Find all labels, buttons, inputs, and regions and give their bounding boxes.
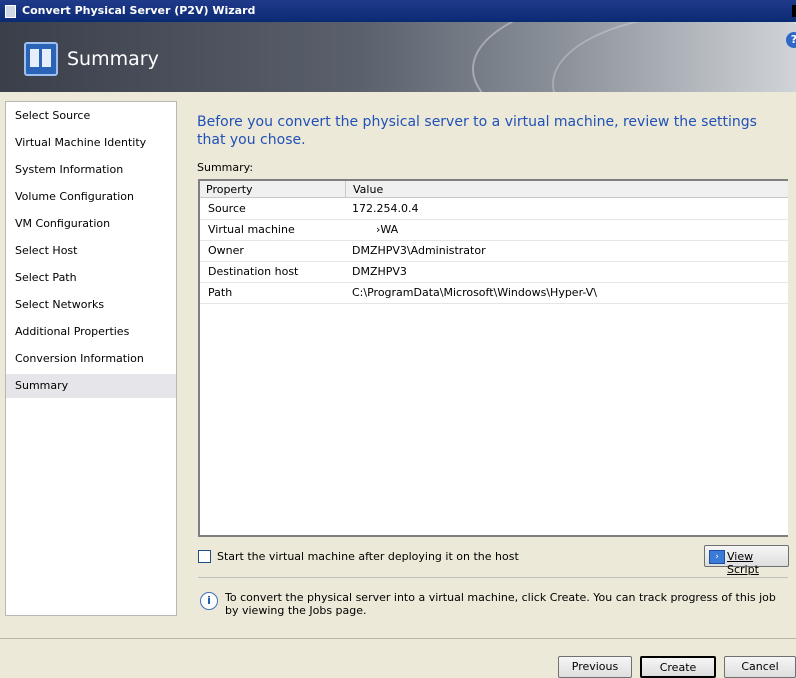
row-property: Destination host [208,265,299,278]
view-script-button[interactable]: › View Script [704,545,789,576]
row-property: Source [208,202,246,215]
script-icon: › [709,550,725,564]
row-value: DMZHPV3\Administrator [352,244,486,257]
table-row[interactable]: Virtual machine ›WA [200,219,788,241]
start-vm-checkbox-label[interactable]: Start the virtual machine after deployin… [217,550,519,563]
nav-item-select-host[interactable]: Select Host [6,239,176,263]
wizard-steps-nav: Select Source Virtual Machine Identity S… [5,101,177,616]
table-row[interactable]: Path C:\ProgramData\Microsoft\Windows\Hy… [200,282,788,304]
nav-item-additional-properties[interactable]: Additional Properties [6,320,176,344]
summary-table[interactable]: Property Value Source 172.254.0.4 Virtua… [198,179,788,537]
nav-item-select-source[interactable]: Select Source [6,104,176,128]
table-row[interactable]: Source 172.254.0.4 [200,198,788,220]
previous-button[interactable]: Previous [558,656,632,678]
info-icon: i [200,592,218,610]
column-header-value[interactable]: Value [353,183,383,196]
nav-item-summary[interactable]: Summary [6,374,176,398]
summary-page-icon [24,42,58,76]
instruction-text: Before you convert the physical server t… [197,114,757,148]
row-value: 172.254.0.4 [352,202,419,215]
title-bar: Convert Physical Server (P2V) Wizard [0,0,796,22]
summary-label: Summary: [197,161,254,174]
title-bar-edge [792,5,796,17]
divider [198,577,788,578]
table-row[interactable]: Destination host DMZHPV3 [200,261,788,283]
column-header-property[interactable]: Property [206,183,253,196]
window-icon [5,5,16,18]
window-title: Convert Physical Server (P2V) Wizard [22,4,256,17]
view-script-label: View Script [727,550,759,576]
row-value: C:\ProgramData\Microsoft\Windows\Hyper-V… [352,286,597,299]
help-icon[interactable]: ? [786,32,796,48]
nav-item-select-path[interactable]: Select Path [6,266,176,290]
nav-item-vm-configuration[interactable]: VM Configuration [6,212,176,236]
main-panel: Before you convert the physical server t… [186,101,796,631]
nav-item-virtual-machine-identity[interactable]: Virtual Machine Identity [6,131,176,155]
row-property: Owner [208,244,244,257]
table-row[interactable]: Owner DMZHPV3\Administrator [200,240,788,262]
create-button[interactable]: Create [640,656,716,678]
wizard-footer: Previous Create Cancel [0,638,796,678]
row-value: DMZHPV3 [352,265,407,278]
wizard-header: Summary ? [0,22,796,92]
page-title: Summary [67,48,159,70]
table-header: Property Value [200,181,788,198]
row-property: Virtual machine [208,223,295,236]
nav-item-select-networks[interactable]: Select Networks [6,293,176,317]
nav-item-volume-configuration[interactable]: Volume Configuration [6,185,176,209]
cancel-button[interactable]: Cancel [724,656,796,678]
info-text: To convert the physical server into a vi… [225,591,776,617]
nav-item-system-information[interactable]: System Information [6,158,176,182]
row-value: ›WA [376,223,399,236]
start-vm-checkbox[interactable] [198,550,211,563]
row-property: Path [208,286,233,299]
nav-item-conversion-information[interactable]: Conversion Information [6,347,176,371]
